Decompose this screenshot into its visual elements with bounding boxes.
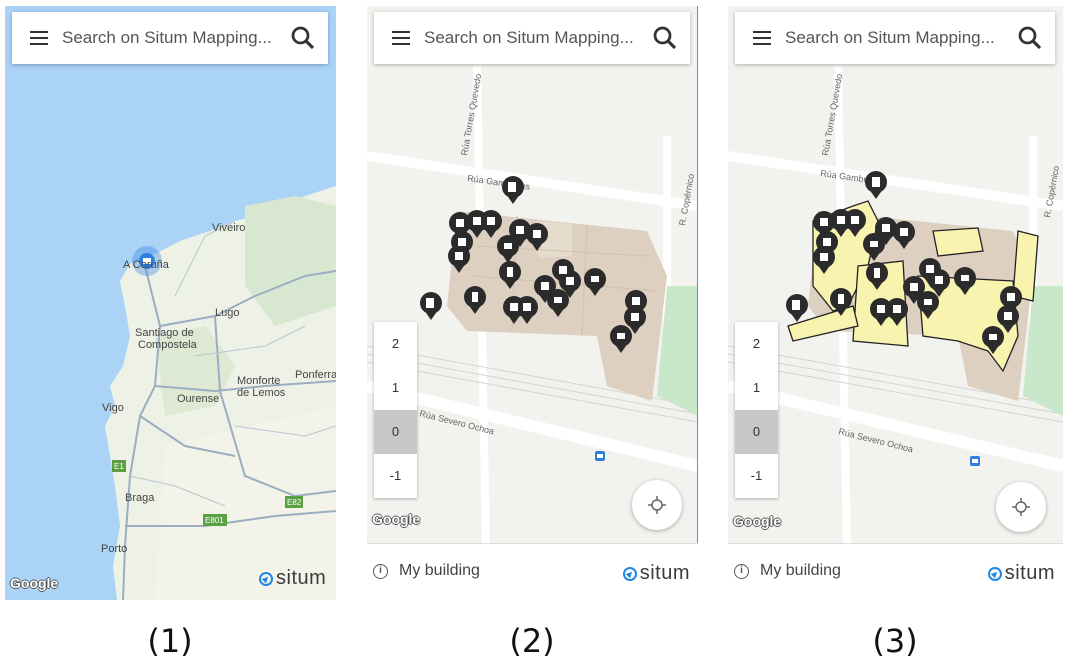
svg-text:E801: E801	[205, 516, 224, 525]
svg-text:Lugo: Lugo	[215, 307, 239, 319]
situm-wordmark: situm	[639, 562, 690, 584]
svg-text:Monforte: Monforte	[237, 375, 280, 387]
building-info-bar[interactable]: i My building situm	[367, 543, 698, 600]
crosshair-icon	[648, 496, 666, 514]
my-location-button[interactable]	[632, 480, 682, 530]
svg-text:Ponferrada: Ponferrada	[295, 369, 336, 381]
search-bar[interactable]: Search on Situm Mapping...	[735, 12, 1055, 64]
building-info-bar[interactable]: i My building situm	[728, 543, 1063, 600]
floor-option[interactable]: 2	[374, 322, 417, 366]
situm-logo: situm	[987, 562, 1055, 585]
svg-text:E1: E1	[114, 462, 124, 471]
search-bar[interactable]: Search on Situm Mapping...	[12, 12, 328, 64]
search-icon[interactable]	[288, 23, 318, 53]
floor-option[interactable]: -1	[374, 454, 417, 498]
situm-mark-icon	[259, 571, 273, 586]
region-map[interactable]: Viveiro A Coruña Lugo Santiago de Compos…	[5, 6, 336, 600]
map-screen-building: Rúa Torres Quevedo Rúa Gambrinus R. Copé…	[367, 6, 698, 600]
svg-text:A Coruña: A Coruña	[123, 259, 170, 271]
info-icon[interactable]: i	[373, 564, 388, 579]
caption-2: (2)	[509, 622, 555, 660]
crosshair-icon	[1012, 498, 1030, 516]
floor-selector[interactable]: 2 1 0 -1	[374, 322, 417, 498]
hamburger-menu-icon[interactable]	[30, 31, 48, 45]
situm-mark-icon	[987, 566, 1002, 581]
my-location-button[interactable]	[996, 482, 1046, 532]
building-name[interactable]: My building	[760, 562, 841, 580]
situm-logo: situm	[259, 567, 326, 590]
svg-text:Braga: Braga	[125, 492, 155, 504]
hamburger-menu-icon[interactable]	[392, 31, 410, 45]
svg-text:Porto: Porto	[101, 543, 127, 555]
floor-option[interactable]: 1	[374, 366, 417, 410]
svg-text:Vigo: Vigo	[102, 402, 124, 414]
google-logo: Google	[372, 511, 421, 527]
svg-text:Santiago de: Santiago de	[135, 327, 194, 339]
floor-selector[interactable]: 2 1 0 -1	[735, 322, 778, 498]
caption-1: (1)	[147, 622, 193, 660]
floor-option-selected[interactable]: 0	[374, 410, 417, 454]
panel-divider	[697, 6, 698, 600]
search-placeholder[interactable]: Search on Situm Mapping...	[424, 28, 650, 48]
svg-text:de Lemos: de Lemos	[237, 387, 286, 399]
svg-text:Compostela: Compostela	[138, 339, 198, 351]
floor-option[interactable]: 2	[735, 322, 778, 366]
google-logo: Google	[10, 575, 59, 591]
svg-text:Ourense: Ourense	[177, 393, 219, 405]
svg-text:Viveiro: Viveiro	[212, 222, 245, 234]
map-screen-region: Viveiro A Coruña Lugo Santiago de Compos…	[5, 6, 336, 600]
building-name[interactable]: My building	[399, 562, 480, 580]
info-icon[interactable]: i	[734, 564, 749, 579]
svg-text:E82: E82	[287, 498, 302, 507]
hamburger-menu-icon[interactable]	[753, 31, 771, 45]
map-screen-building-highlighted: Rúa Torres Quevedo Rúa Gambrinus R. Copé…	[728, 6, 1063, 600]
search-placeholder[interactable]: Search on Situm Mapping...	[785, 28, 1015, 48]
situm-mark-icon	[622, 566, 637, 581]
search-icon[interactable]	[1015, 23, 1045, 53]
floor-option[interactable]: -1	[735, 454, 778, 498]
situm-wordmark: situm	[1004, 562, 1055, 584]
search-bar[interactable]: Search on Situm Mapping...	[374, 12, 690, 64]
floor-option[interactable]: 1	[735, 366, 778, 410]
caption-3: (3)	[872, 622, 918, 660]
floor-option-selected[interactable]: 0	[735, 410, 778, 454]
situm-wordmark: situm	[276, 567, 327, 589]
search-icon[interactable]	[650, 23, 680, 53]
search-placeholder[interactable]: Search on Situm Mapping...	[62, 28, 288, 48]
situm-logo: situm	[622, 562, 690, 585]
google-logo: Google	[733, 513, 782, 529]
